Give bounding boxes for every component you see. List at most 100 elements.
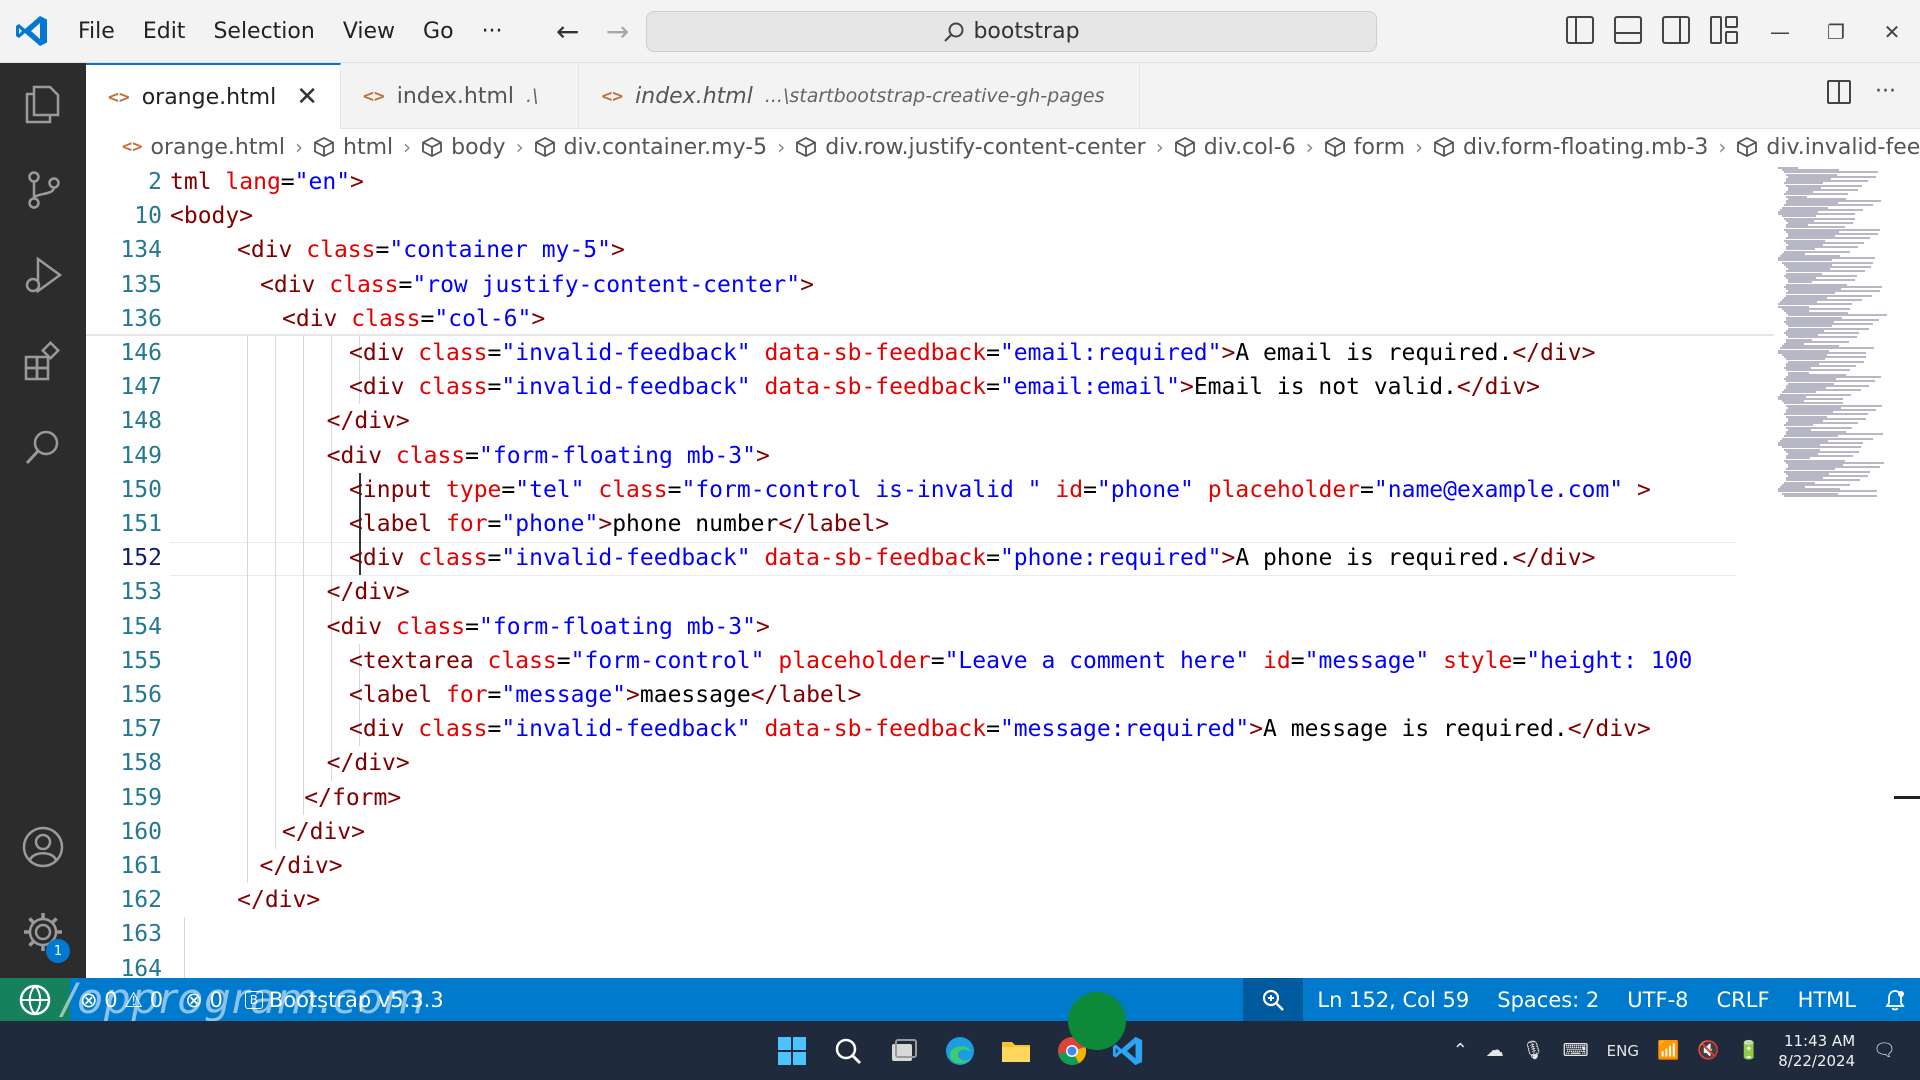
windows-start-icon[interactable] — [774, 1033, 810, 1069]
line-number: 158 — [120, 750, 162, 777]
scrollbar-position-marker[interactable] — [1894, 796, 1920, 799]
customize-layout-icon[interactable] — [1710, 16, 1738, 44]
code-line[interactable]: 154 <div class="form-floating mb-3"> — [86, 610, 1774, 644]
restore-icon[interactable]: ❐ — [1808, 0, 1864, 63]
wifi-icon[interactable]: 📶 — [1657, 1040, 1679, 1061]
notifications-bell-icon[interactable] — [1870, 978, 1920, 1021]
source-control-icon[interactable] — [20, 167, 66, 213]
split-editor-icon[interactable] — [1827, 79, 1852, 104]
breadcrumb-invalid-feedback[interactable]: div.invalid-feedb — [1736, 135, 1920, 160]
menu-file[interactable]: File — [64, 0, 129, 63]
sticky-scroll-line[interactable]: 134 <div class="container my-5"> — [86, 233, 1774, 268]
breadcrumb-col[interactable]: div.col-6 — [1174, 135, 1296, 160]
breadcrumb-form-floating[interactable]: div.form-floating.mb-3 — [1433, 135, 1708, 160]
sticky-scroll-line[interactable]: 136 <div class="col-6"> — [86, 301, 1774, 336]
element-cube-icon — [1434, 136, 1454, 158]
taskbar-search-icon[interactable] — [830, 1033, 866, 1069]
menu-view[interactable]: View — [329, 0, 409, 63]
code-line[interactable]: 156 <label for="message">maessage</label> — [86, 678, 1774, 712]
command-center-search[interactable]: bootstrap — [646, 11, 1377, 52]
code-line[interactable]: 148 </div> — [86, 404, 1774, 438]
keyboard-icon[interactable]: ⌨ — [1563, 1040, 1589, 1061]
battery-icon[interactable]: 🔋 — [1738, 1040, 1760, 1061]
line-number: 155 — [120, 647, 162, 674]
line-code: <div class="invalid-feedback" data-sb-fe… — [349, 716, 1651, 743]
tab-index-html-creative[interactable]: <> index.html ...\startbootstrap-creativ… — [579, 63, 1140, 129]
explorer-icon[interactable] — [20, 81, 66, 127]
encoding-status[interactable]: UTF-8 — [1613, 978, 1702, 1021]
code-editor[interactable]: 2 tml lang="en"> 10 <body> 134 <div class="co… — [86, 165, 1920, 978]
menu-go[interactable]: Go — [409, 0, 468, 63]
breadcrumb-row[interactable]: div.row.justify-content-center — [795, 135, 1146, 160]
code-line[interactable]: 150 <input type="tel" class="form-control… — [86, 473, 1774, 507]
status-right: Ln 152, Col 59 Spaces: 2 UTF-8 CRLF HTML — [1243, 978, 1920, 1021]
menu-selection[interactable]: Selection — [199, 0, 328, 63]
microphone-icon[interactable]: 🎙 — [1522, 1040, 1545, 1061]
language-mode-status[interactable]: HTML — [1784, 978, 1870, 1021]
breadcrumb-html[interactable]: html — [313, 135, 393, 160]
element-cube-icon — [1737, 136, 1758, 158]
html-file-icon: <> — [363, 85, 385, 107]
accounts-icon[interactable] — [20, 824, 66, 870]
code-line[interactable]: 161 </div> — [86, 849, 1774, 883]
indentation-status[interactable]: Spaces: 2 — [1483, 978, 1613, 1021]
code-line[interactable]: 155 <textarea class="form-control" placeh… — [86, 644, 1774, 678]
breadcrumb-container[interactable]: div.container.my-5 — [534, 135, 767, 160]
line-number: 147 — [120, 374, 162, 401]
code-line[interactable]: 159 </form> — [86, 781, 1774, 815]
tab-index-html[interactable]: <> index.html .\ — [341, 63, 580, 129]
extensions-icon[interactable] — [20, 339, 66, 385]
line-number: 135 — [120, 271, 162, 298]
show-hidden-icons-chevron-icon[interactable]: ⌃ — [1453, 1040, 1468, 1061]
code-line[interactable]: 160 </div> — [86, 815, 1774, 849]
task-view-icon[interactable] — [886, 1033, 922, 1069]
minimap-row — [1784, 494, 1877, 497]
minimap[interactable] — [1774, 165, 1898, 505]
code-line[interactable]: 152 <div class="invalid-feedback" data-sb… — [86, 541, 1774, 575]
menu-more[interactable]: ··· — [468, 0, 517, 63]
remote-indicator-icon[interactable] — [0, 978, 70, 1021]
edge-browser-icon[interactable] — [942, 1033, 978, 1069]
back-arrow-icon[interactable]: ← — [553, 15, 583, 48]
zoom-icon[interactable] — [1243, 978, 1304, 1021]
close-tab-icon[interactable]: ✕ — [296, 82, 318, 112]
breadcrumb-body[interactable]: body — [421, 135, 506, 160]
code-line[interactable]: 153 </div> — [86, 575, 1774, 609]
more-actions-icon[interactable]: ··· — [1875, 79, 1896, 104]
code-line[interactable]: 157 <div class="invalid-feedback" data-sb… — [86, 712, 1774, 746]
code-line[interactable]: 149 <div class="form-floating mb-3"> — [86, 439, 1774, 473]
line-code: <label for="message">maessage</label> — [349, 682, 862, 708]
code-line[interactable]: 151 <label for="phone">phone number</labe… — [86, 507, 1774, 541]
code-line[interactable]: 163 — [86, 917, 1774, 951]
code-line[interactable]: 158 </div> — [86, 746, 1774, 780]
file-explorer-icon[interactable] — [998, 1033, 1034, 1069]
sticky-scroll-line[interactable]: 2 tml lang="en"> — [86, 165, 1774, 199]
toggle-secondary-sidebar-icon[interactable] — [1662, 16, 1690, 44]
close-window-icon[interactable]: ✕ — [1864, 0, 1920, 63]
clock[interactable]: 11:43 AM 8/22/2024 — [1778, 1031, 1855, 1071]
code-line[interactable]: 146 <div class="invalid-feedback" data-sb… — [86, 336, 1774, 370]
code-line[interactable]: 147 <div class="invalid-feedback" data-sb… — [86, 370, 1774, 404]
notification-center-icon[interactable]: 🗨 — [1873, 1040, 1896, 1061]
code-line[interactable]: 162 </div> — [86, 883, 1774, 917]
tab-orange-html[interactable]: <> orange.html ✕ — [86, 63, 342, 129]
sticky-scroll-line[interactable]: 135 <div class="row justify-content-cente… — [86, 267, 1774, 302]
line-ending-status[interactable]: CRLF — [1703, 978, 1784, 1021]
sticky-scroll-line[interactable]: 10 <body> — [86, 199, 1774, 234]
breadcrumb-file[interactable]: <> orange.html — [122, 135, 285, 160]
input-language[interactable]: ENG — [1607, 1042, 1639, 1060]
toggle-panel-icon[interactable] — [1614, 16, 1642, 44]
breadcrumb-form[interactable]: form — [1324, 135, 1405, 160]
tab-path: .\ — [526, 85, 539, 107]
toggle-primary-sidebar-icon[interactable] — [1566, 16, 1594, 44]
search-panel-icon[interactable] — [20, 425, 66, 471]
cursor-position-status[interactable]: Ln 152, Col 59 — [1303, 978, 1483, 1021]
forward-arrow-icon[interactable]: → — [603, 15, 633, 48]
run-and-debug-icon[interactable] — [20, 253, 66, 299]
cloud-icon[interactable]: ☁ — [1486, 1040, 1504, 1061]
line-number: 146 — [120, 340, 162, 366]
element-cube-icon — [1324, 136, 1345, 158]
minimize-icon[interactable]: — — [1752, 0, 1808, 63]
volume-muted-icon[interactable]: 🔇 — [1697, 1040, 1719, 1061]
menu-edit[interactable]: Edit — [129, 0, 200, 63]
